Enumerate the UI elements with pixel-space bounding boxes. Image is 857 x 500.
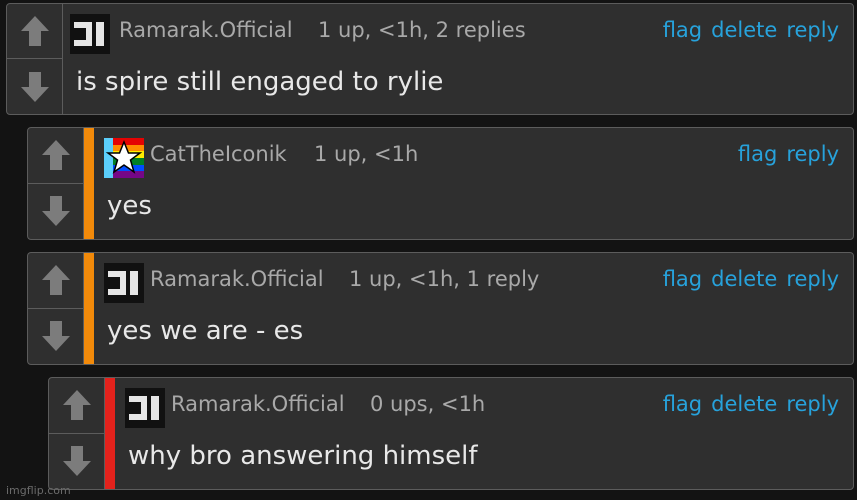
down-arrow-icon [20,71,49,102]
up-arrow-icon [41,265,70,296]
upvote-button[interactable] [49,378,104,434]
downvote-button[interactable] [28,184,83,240]
username[interactable]: Ramarak.Official [119,18,293,42]
reply-link[interactable]: reply [786,142,839,166]
comment: CatTheIconik 1 up, <1h flag reply yes [27,127,854,240]
comment-actions: flag delete reply [663,267,839,291]
thread-accent-bar [84,253,94,364]
reply-link[interactable]: reply [786,392,839,416]
upvote-button[interactable] [28,128,83,184]
flag-link[interactable]: flag [663,392,702,416]
up-arrow-icon [62,390,91,421]
flag-link[interactable]: flag [663,267,702,291]
down-arrow-icon [41,321,70,352]
vote-column [28,128,84,239]
up-arrow-icon [20,16,49,46]
comment-text: why bro answering himself [128,441,478,471]
vote-column [49,378,105,489]
comment: Ramarak.Official 1 up, <1h, 2 replies fl… [6,3,854,115]
comment-meta: 1 up, <1h [314,142,419,166]
down-arrow-icon [62,446,91,477]
reply-link[interactable]: reply [786,18,839,42]
comment: Ramarak.Official 0 ups, <1h flag delete … [48,377,854,490]
username[interactable]: Ramarak.Official [150,267,324,291]
vote-column [28,253,84,364]
up-arrow-icon [41,140,70,171]
avatar[interactable] [104,263,144,303]
comment-meta: 1 up, <1h, 2 replies [318,18,526,42]
delete-link[interactable]: delete [711,267,777,291]
downvote-button[interactable] [7,59,62,114]
thread-accent-bar [105,378,115,489]
comment-text: yes [107,191,152,221]
upvote-button[interactable] [28,253,83,309]
avatar[interactable] [70,14,110,54]
comment-text: is spire still engaged to rylie [76,67,444,97]
username[interactable]: Ramarak.Official [171,392,345,416]
avatar[interactable] [125,388,165,428]
delete-link[interactable]: delete [711,392,777,416]
comment: Ramarak.Official 1 up, <1h, 1 reply flag… [27,252,854,365]
comment-actions: flag delete reply [663,392,839,416]
watermark: imgflip.com [6,484,71,497]
flag-link[interactable]: flag [738,142,777,166]
thread-accent-bar [84,128,94,239]
reply-link[interactable]: reply [786,267,839,291]
delete-link[interactable]: delete [711,18,777,42]
downvote-button[interactable] [28,309,83,365]
vote-column [7,4,63,114]
upvote-button[interactable] [7,4,62,59]
comment-meta: 1 up, <1h, 1 reply [349,267,540,291]
comment-meta: 0 ups, <1h [370,392,486,416]
downvote-button[interactable] [49,434,104,490]
comment-text: yes we are - es [107,316,304,346]
comment-actions: flag reply [738,142,839,166]
flag-link[interactable]: flag [663,18,702,42]
comment-actions: flag delete reply [663,18,839,42]
username[interactable]: CatTheIconik [150,142,287,166]
down-arrow-icon [41,196,70,227]
avatar[interactable] [104,138,144,178]
